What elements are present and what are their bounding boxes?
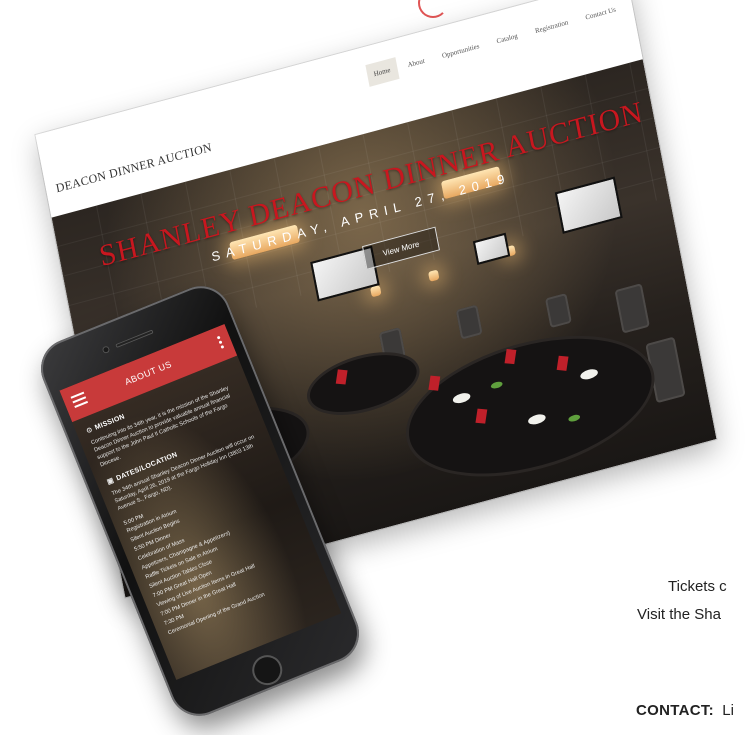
more-options-icon[interactable] (216, 335, 226, 350)
visit-text: Visit the Sha (637, 606, 721, 623)
speaker-grille (115, 329, 154, 349)
info-icon: ⊙ (85, 426, 94, 436)
camera-icon (101, 345, 111, 355)
nav-contact-us[interactable]: Contact Us (577, 0, 625, 30)
home-button[interactable] (247, 650, 287, 690)
napkin (556, 355, 569, 371)
calendar-icon: ▣ (106, 476, 116, 486)
hamburger-menu-icon[interactable] (70, 391, 89, 409)
napkin (428, 375, 441, 391)
nav-opportunities[interactable]: Opportunities (433, 33, 488, 68)
chair (614, 283, 650, 334)
contact-label: CONTACT: (636, 702, 714, 719)
nav-catalog[interactable]: Catalog (488, 23, 527, 54)
app-title: ABOUT US (123, 359, 174, 388)
chair (544, 292, 572, 329)
wall-light (427, 269, 440, 282)
banquet-table (398, 314, 663, 498)
tickets-text: Tickets c (668, 578, 727, 595)
contact-line: CONTACT: Li (636, 702, 734, 719)
napkin (475, 408, 488, 424)
chair (645, 336, 686, 404)
chair (455, 304, 483, 340)
nav-home[interactable]: Home (364, 57, 400, 87)
nav-about[interactable]: About (399, 48, 434, 78)
contact-value: Li (722, 702, 734, 719)
decorative-arc (418, 0, 448, 18)
napkin (504, 349, 517, 365)
nav-registration[interactable]: Registration (526, 10, 577, 44)
napkin (335, 369, 348, 385)
